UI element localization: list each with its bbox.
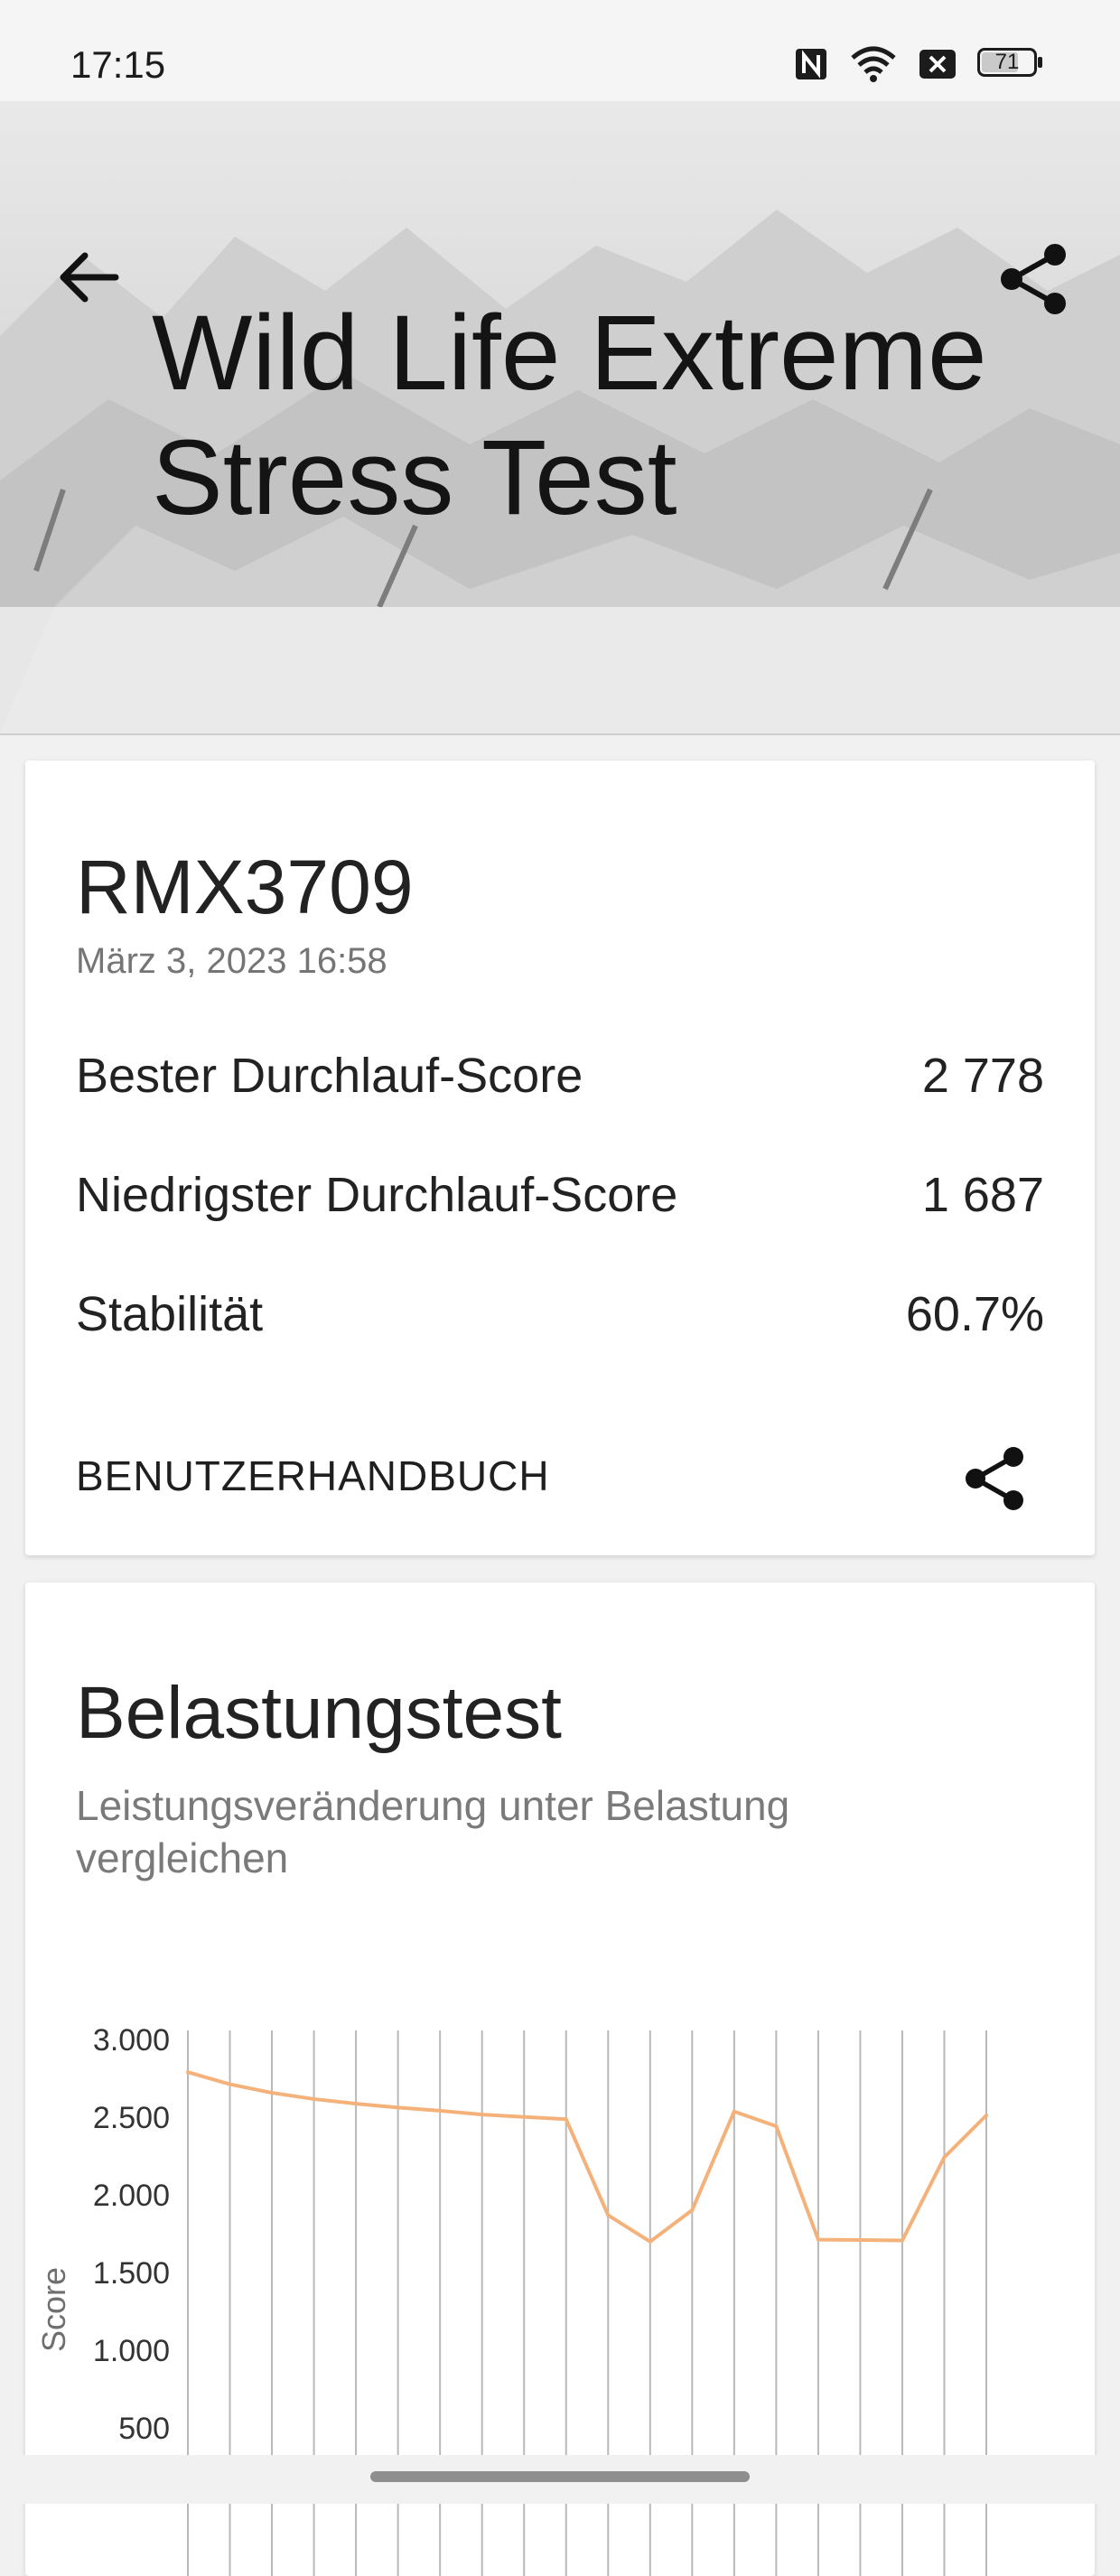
chart-y-tick-label: 2.500 [93, 2101, 170, 2135]
status-time: 17:15 [70, 43, 166, 86]
result-card: RMX3709 März 3, 2023 16:58 Bester Durchl… [25, 761, 1095, 1555]
chart-data-point [564, 2117, 568, 2122]
chart-data-point [522, 2114, 527, 2119]
page-title: Wild Life Extreme Stress Test [152, 294, 987, 537]
metric-label: Niedrigster Durchlauf-Score [76, 1168, 678, 1222]
chart-y-tick-label: 500 [118, 2412, 170, 2446]
share-icon[interactable] [959, 1442, 1031, 1515]
metric-value: 60.7% [905, 1287, 1044, 1341]
chart-data-point [942, 2155, 947, 2160]
metric-row-best: Bester Durchlauf-Score 2 778 [76, 1048, 1044, 1111]
metric-value: 1 687 [921, 1168, 1044, 1222]
battery-icon: 71 [977, 48, 1046, 80]
chart-data-point [648, 2239, 652, 2244]
x-box-icon [919, 50, 956, 79]
chart-data-point [900, 2238, 904, 2243]
chart-data-point [985, 2114, 988, 2117]
chart-series-line [187, 2070, 988, 2244]
battery-level: 71 [994, 50, 1020, 74]
chart-data-point [228, 2082, 232, 2086]
chart-y-tick-label: 2.000 [93, 2179, 170, 2213]
chart-data-point [312, 2096, 316, 2101]
user-manual-button[interactable]: BENUTZERHANDBUCH [76, 1451, 550, 1500]
chart-data-point [396, 2105, 400, 2110]
chart-data-point [438, 2108, 443, 2113]
chart-data-point [816, 2237, 820, 2242]
metric-row-lowest: Niedrigster Durchlauf-Score 1 687 [76, 1167, 1044, 1230]
chart-data-point [354, 2102, 359, 2106]
chart-data-point [858, 2237, 863, 2242]
hero-header: Wild Life Extreme Stress Test [0, 101, 1120, 735]
chart-data-point [606, 2213, 611, 2217]
metric-label: Stabilität [76, 1287, 264, 1341]
chart-data-point [186, 2070, 190, 2075]
chart-y-tick-label: 1.500 [93, 2256, 170, 2291]
metric-value: 2 778 [921, 1049, 1044, 1103]
chart-y-tick-label: 1.000 [93, 2334, 170, 2368]
chart-y-axis-label: Score [35, 2267, 72, 2352]
back-arrow-icon[interactable] [54, 241, 126, 313]
gesture-nav-bar[interactable] [370, 2471, 750, 2482]
chart-data-point [270, 2091, 275, 2095]
device-name: RMX3709 [76, 845, 414, 929]
nfc-icon [796, 49, 826, 79]
metric-row-stability: Stabilität 60.7% [76, 1286, 1044, 1349]
status-bar: 17:15 71 [0, 0, 1120, 101]
chart-y-tick-label: 3.000 [93, 2023, 170, 2058]
chart-data-point [480, 2113, 484, 2117]
stress-test-card: Belastungstest Leistungsveränderung unte… [25, 1582, 1095, 2576]
wifi-icon [851, 46, 896, 82]
status-icons: 71 [793, 45, 1046, 83]
chart-data-point [690, 2207, 695, 2212]
chart-data-point [774, 2124, 779, 2129]
result-date: März 3, 2023 16:58 [76, 941, 387, 981]
chart-data-point [732, 2109, 736, 2114]
metric-label: Bester Durchlauf-Score [76, 1049, 583, 1103]
stress-chart: 3.000 2.500 2.000 1.500 1.000 500 Score [35, 2023, 988, 2576]
